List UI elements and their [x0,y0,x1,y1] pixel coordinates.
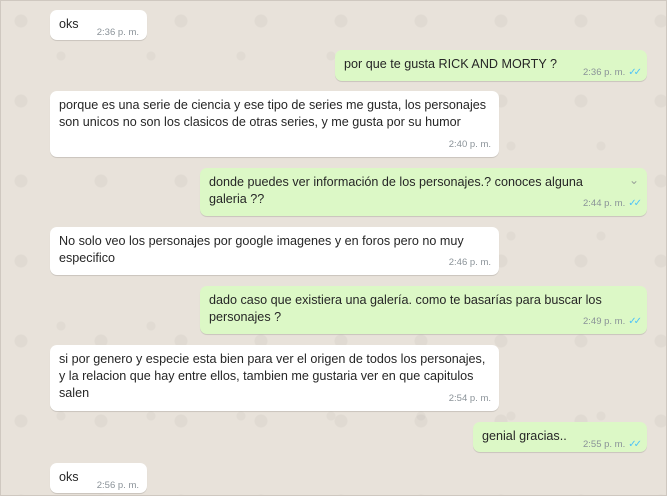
double-check-icon: ✓✓ [628,316,642,327]
message-outgoing[interactable]: por que te gusta RICK AND MORTY ? 2:36 p… [335,50,647,81]
chat-panel: oks 2:36 p. m. por que te gusta RICK AND… [0,0,667,496]
message-time: 2:49 p. m. [582,316,626,327]
message-text: porque es una serie de ciencia y ese tip… [59,98,487,129]
message-time: 2:54 p. m. [448,393,491,404]
message-text: por que te gusta RICK AND MORTY ? [344,57,558,71]
message-incoming[interactable]: oks 2:36 p. m. [50,10,147,40]
message-meta: 2:49 p. m. ✓✓ [582,313,642,330]
message-text: donde puedes ver información de los pers… [209,175,583,206]
message-incoming[interactable]: si por genero y especie esta bien para v… [50,345,499,411]
message-meta: 2:44 p. m. ✓✓ [582,195,642,212]
message-time: 2:36 p. m. [96,27,139,38]
message-text: oks [59,17,79,31]
message-text: oks [59,470,79,484]
message-text: si por genero y especie esta bien para v… [59,352,486,400]
message-time: 2:46 p. m. [448,257,491,268]
double-check-icon: ✓✓ [628,439,642,450]
message-outgoing[interactable]: dado caso que existiera una galería. com… [200,286,647,334]
message-time: 2:55 p. m. [582,439,626,450]
message-text: genial gracias.. [482,429,567,443]
message-outgoing[interactable]: genial gracias.. 2:55 p. m. ✓✓ [473,422,647,452]
message-time: 2:36 p. m. [582,67,626,78]
message-time: 2:44 p. m. [582,198,626,209]
double-check-icon: ✓✓ [628,198,642,209]
message-outgoing[interactable]: ⌄ donde puedes ver información de los pe… [200,168,647,216]
message-meta: 2:55 p. m. ✓✓ [582,436,642,453]
message-time: 2:40 p. m. [448,139,491,150]
message-text: dado caso que existiera una galería. com… [209,293,602,324]
message-incoming[interactable]: oks 2:56 p. m. [50,463,147,493]
message-text: No solo veo los personajes por google im… [59,234,464,265]
chevron-down-icon[interactable]: ⌄ [629,172,639,189]
message-incoming[interactable]: porque es una serie de ciencia y ese tip… [50,91,499,157]
message-meta: 2:36 p. m. ✓✓ [582,64,642,81]
double-check-icon: ✓✓ [628,67,642,78]
message-time: 2:56 p. m. [96,480,139,491]
message-incoming[interactable]: No solo veo los personajes por google im… [50,227,499,275]
